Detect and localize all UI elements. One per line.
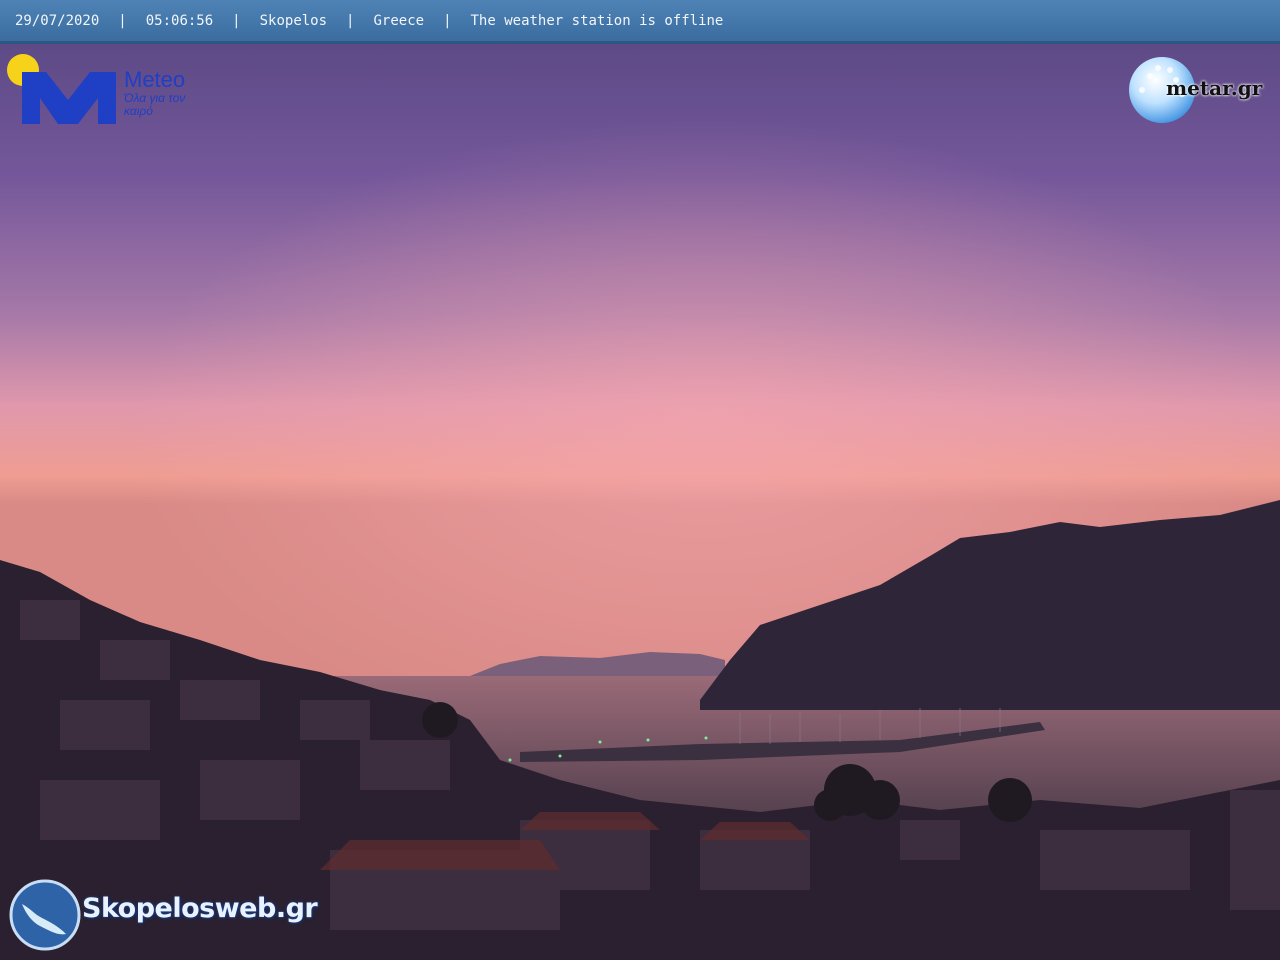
meteo-tagline: Όλα για τον καιρό (124, 91, 186, 118)
metar-logo-text: metar.gr (1166, 76, 1263, 100)
separator: | (232, 12, 241, 29)
country-text: Greece (373, 12, 425, 29)
webcam-photo (0, 0, 1280, 960)
station-status-text: The weather station is offline (470, 12, 724, 29)
meteo-name: Meteo (124, 67, 186, 92)
skopelosweb-logo-text: Skopelosweb.gr (82, 893, 318, 924)
separator: | (118, 12, 127, 29)
status-bar: 29/07/2020 | 05:06:56 | Skopelos | Greec… (0, 0, 1280, 44)
location-text: Skopelos (259, 12, 328, 29)
skopelos-island-icon (9, 879, 81, 951)
meteo-logo-text: Meteo Όλα για τον καιρό (124, 68, 204, 118)
date-text: 29/07/2020 (15, 12, 100, 29)
separator: | (346, 12, 355, 29)
separator: | (443, 12, 452, 29)
time-text: 05:06:56 (145, 12, 214, 29)
